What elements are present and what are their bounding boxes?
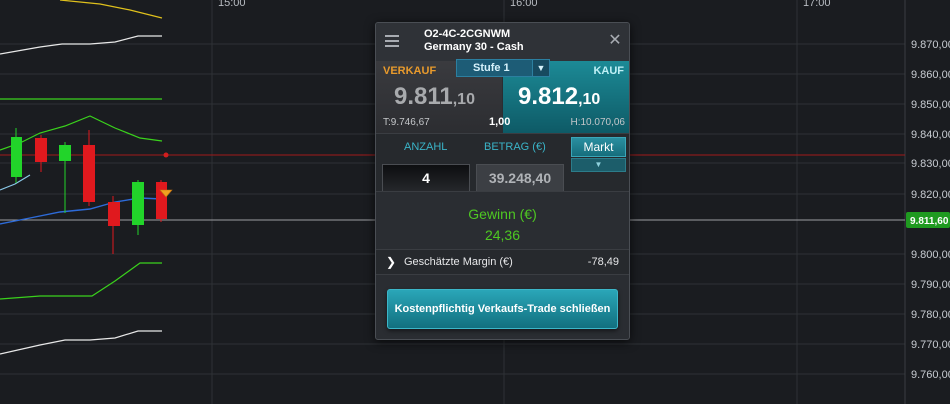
- trade-ticket-panel: O2-4C-2CGNWM Germany 30 - Cash ✕ VERKAUF…: [375, 22, 630, 340]
- candle-bear: [156, 182, 167, 219]
- yellow-indicator-line: [59, 0, 163, 19]
- trade-size: 1,00: [489, 116, 511, 128]
- candle-bear: [35, 138, 47, 162]
- buy-price-main: 9.812: [518, 83, 579, 110]
- price-label: 9.800,00: [911, 249, 950, 261]
- price-label: 9.850,00: [911, 99, 950, 111]
- bollinger-upper-line: [0, 115, 163, 151]
- upper-envelope-line: [0, 35, 162, 55]
- amount-input[interactable]: 39.248,40: [476, 164, 564, 192]
- price-label: 9.870,00: [911, 39, 950, 51]
- sell-price-fraction: ,10: [452, 91, 475, 108]
- quantity-label: ANZAHL: [404, 141, 448, 153]
- margin-label: Geschätzte Margin (€): [404, 256, 513, 268]
- profit-value: 24,36: [484, 227, 521, 243]
- price-label: 9.780,00: [911, 309, 950, 321]
- range-row: T:9.746,67 1,00 H:10.070,06: [376, 116, 629, 131]
- profit-section: Gewinn (€) 24,36: [376, 191, 629, 250]
- profit-label: Gewinn (€): [468, 206, 537, 222]
- current-price-value: 9.811,60: [910, 216, 949, 227]
- light-blue-line: [0, 174, 31, 191]
- price-label: 9.760,00: [911, 369, 950, 381]
- candle-bull: [11, 137, 22, 177]
- sell-price: 9.811,10: [394, 83, 475, 111]
- price-label: 9.820,00: [911, 189, 950, 201]
- price-label: 9.770,00: [911, 339, 950, 351]
- stufe-select[interactable]: Stufe 1 ▼: [456, 59, 550, 77]
- margin-row[interactable]: ❯ Geschätzte Margin (€) -78,49: [376, 249, 629, 275]
- buy-label: KAUF: [593, 65, 624, 77]
- candles: [11, 128, 167, 254]
- quantity-section: ANZAHL BETRAG (€) Markt ▼ 4 39.248,40: [376, 133, 629, 192]
- price-label: 9.860,00: [911, 69, 950, 81]
- menu-icon[interactable]: [382, 31, 404, 51]
- sell-price-main: 9.811: [394, 83, 453, 110]
- time-label-1500: 15:00: [218, 0, 246, 9]
- bollinger-lower-line: [0, 262, 162, 300]
- ticket-header: O2-4C-2CGNWM Germany 30 - Cash ✕: [376, 23, 629, 62]
- price-label: 9.830,00: [911, 158, 950, 170]
- lower-envelope-line: [0, 330, 162, 355]
- chevron-right-icon[interactable]: ❯: [386, 255, 396, 269]
- candle-bear: [108, 202, 120, 226]
- resistance-marker: [163, 152, 169, 158]
- high-value: H:10.070,06: [570, 117, 626, 128]
- order-type-button[interactable]: Markt: [571, 137, 626, 157]
- margin-value: -78,49: [587, 256, 619, 268]
- sell-label: VERKAUF: [383, 65, 437, 77]
- time-label-1600: 16:00: [510, 0, 538, 9]
- candle-bull: [59, 145, 71, 161]
- buy-price-fraction: ,10: [578, 91, 601, 108]
- buy-price: 9.812,10: [518, 83, 600, 111]
- time-label-1700: 17:00: [803, 0, 831, 9]
- low-value: T:9.746,67: [383, 117, 430, 128]
- candle-bear: [83, 145, 95, 202]
- close-trade-button[interactable]: Kostenpflichtig Verkaufs-Trade schließen: [387, 289, 618, 329]
- candle-bull: [132, 182, 144, 225]
- price-label: 9.840,00: [911, 129, 950, 141]
- price-label: 9.790,00: [911, 279, 950, 291]
- quantity-input[interactable]: 4: [382, 164, 470, 192]
- close-icon[interactable]: ✕: [607, 32, 623, 50]
- chevron-down-icon[interactable]: ▼: [571, 158, 626, 172]
- chevron-down-icon[interactable]: ▼: [532, 60, 549, 76]
- stufe-value: Stufe 1: [473, 62, 510, 74]
- account-symbol: O2-4C-2CGNWM: [424, 28, 511, 40]
- instrument-name: Germany 30 - Cash: [424, 41, 524, 53]
- amount-label: BETRAG (€): [484, 141, 546, 153]
